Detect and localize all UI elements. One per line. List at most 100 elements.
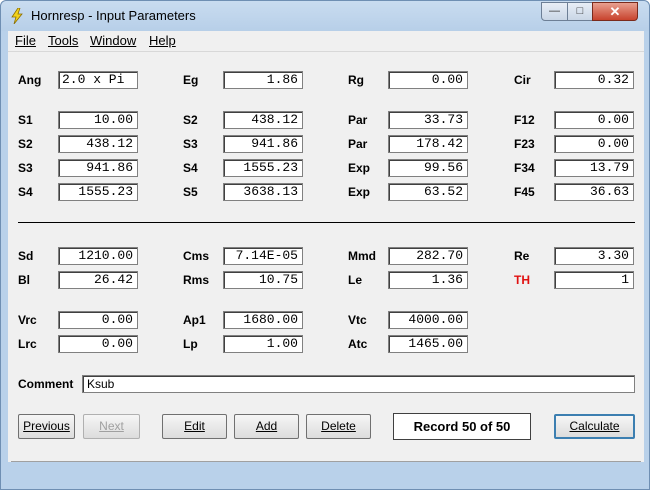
menu-help-label: Help bbox=[149, 33, 176, 48]
label-s4-seg3: S4 bbox=[183, 161, 198, 175]
record-counter: Record 50 of 50 bbox=[393, 413, 531, 440]
field-s1[interactable]: 10.00 bbox=[58, 111, 138, 129]
edit-button[interactable]: Edit bbox=[162, 414, 227, 439]
label-exp-1: Exp bbox=[348, 161, 371, 175]
label-s3-seg2: S3 bbox=[183, 137, 198, 151]
label-comment: Comment bbox=[18, 377, 74, 391]
field-vrc[interactable]: 0.00 bbox=[58, 311, 138, 329]
edit-button-label: Edit bbox=[184, 419, 205, 433]
field-le[interactable]: 1.36 bbox=[388, 271, 468, 289]
label-s5: S5 bbox=[183, 185, 198, 199]
label-cir: Cir bbox=[514, 73, 531, 87]
label-par-1: Par bbox=[348, 113, 368, 127]
menu-help[interactable]: Help bbox=[149, 33, 176, 48]
label-vtc: Vtc bbox=[348, 313, 367, 327]
field-eg[interactable]: 1.86 bbox=[223, 71, 303, 89]
field-ap1[interactable]: 1680.00 bbox=[223, 311, 303, 329]
label-le: Le bbox=[348, 273, 363, 287]
add-button-label: Add bbox=[255, 419, 278, 433]
label-rg: Rg bbox=[348, 73, 364, 87]
field-lp[interactable]: 1.00 bbox=[223, 335, 303, 353]
menu-bar: File Tools Window Help bbox=[8, 31, 644, 52]
menu-window[interactable]: Window bbox=[90, 33, 136, 48]
label-cms: Cms bbox=[183, 249, 210, 263]
label-s1: S1 bbox=[18, 113, 33, 127]
field-vtc[interactable]: 4000.00 bbox=[388, 311, 468, 329]
label-bl: Bl bbox=[18, 273, 30, 287]
field-f34[interactable]: 13.79 bbox=[554, 159, 634, 177]
label-ang: Ang bbox=[18, 73, 42, 87]
label-lrc: Lrc bbox=[18, 337, 37, 351]
menu-tools[interactable]: Tools bbox=[48, 33, 78, 48]
field-rms[interactable]: 10.75 bbox=[223, 271, 303, 289]
lightning-app-icon bbox=[11, 8, 23, 24]
main-window: Hornresp - Input Parameters — □ ✕ File T… bbox=[0, 0, 650, 490]
label-par-2: Par bbox=[348, 137, 368, 151]
delete-button[interactable]: Delete bbox=[306, 414, 371, 439]
field-s5[interactable]: 3638.13 bbox=[223, 183, 303, 201]
label-s3: S3 bbox=[18, 161, 33, 175]
calculate-button[interactable]: Calculate bbox=[554, 414, 635, 439]
previous-button-label: Previous bbox=[23, 419, 70, 433]
input-panel: Ang 2.0 x Pi Eg 1.86 Rg 0.00 Cir 0.32 S1… bbox=[8, 52, 644, 480]
label-s2: S2 bbox=[18, 137, 33, 151]
menu-file[interactable]: File bbox=[15, 33, 36, 48]
field-lrc[interactable]: 0.00 bbox=[58, 335, 138, 353]
minimize-button[interactable]: — bbox=[541, 2, 568, 21]
previous-button[interactable]: Previous bbox=[18, 414, 75, 439]
field-cir[interactable]: 0.32 bbox=[554, 71, 634, 89]
label-re: Re bbox=[514, 249, 530, 263]
field-bl[interactable]: 26.42 bbox=[58, 271, 138, 289]
field-s3[interactable]: 941.86 bbox=[58, 159, 138, 177]
menu-tools-label: Tools bbox=[48, 33, 79, 48]
field-ang[interactable]: 2.0 x Pi bbox=[58, 71, 138, 89]
label-eg: Eg bbox=[183, 73, 199, 87]
field-exp-2[interactable]: 63.52 bbox=[388, 183, 468, 201]
field-s4-seg3[interactable]: 1555.23 bbox=[223, 159, 303, 177]
field-par-1[interactable]: 33.73 bbox=[388, 111, 468, 129]
field-s2[interactable]: 438.12 bbox=[58, 135, 138, 153]
field-atc[interactable]: 1465.00 bbox=[388, 335, 468, 353]
add-button[interactable]: Add bbox=[234, 414, 299, 439]
field-cms[interactable]: 7.14E-05 bbox=[223, 247, 303, 265]
field-exp-1[interactable]: 99.56 bbox=[388, 159, 468, 177]
label-vrc: Vrc bbox=[18, 313, 37, 327]
field-th[interactable]: 1 bbox=[554, 271, 634, 289]
field-f23[interactable]: 0.00 bbox=[554, 135, 634, 153]
delete-button-label: Delete bbox=[321, 419, 356, 433]
field-re[interactable]: 3.30 bbox=[554, 247, 634, 265]
field-s2-seg1[interactable]: 438.12 bbox=[223, 111, 303, 129]
section-divider bbox=[18, 222, 635, 223]
maximize-button[interactable]: □ bbox=[567, 2, 593, 21]
label-exp-2: Exp bbox=[348, 185, 371, 199]
label-s4: S4 bbox=[18, 185, 33, 199]
menu-file-label: File bbox=[15, 33, 36, 48]
window-title: Hornresp - Input Parameters bbox=[31, 8, 196, 23]
label-f12: F12 bbox=[514, 113, 535, 127]
label-s2-seg1: S2 bbox=[183, 113, 198, 127]
field-mmd[interactable]: 282.70 bbox=[388, 247, 468, 265]
calculate-button-label: Calculate bbox=[569, 419, 620, 433]
next-button-label: Next bbox=[99, 419, 124, 433]
label-ap1: Ap1 bbox=[183, 313, 206, 327]
field-f12[interactable]: 0.00 bbox=[554, 111, 634, 129]
label-rms: Rms bbox=[183, 273, 210, 287]
label-th[interactable]: TH bbox=[514, 273, 530, 287]
label-lp: Lp bbox=[183, 337, 198, 351]
next-button[interactable]: Next bbox=[83, 414, 140, 439]
field-s4[interactable]: 1555.23 bbox=[58, 183, 138, 201]
field-sd[interactable]: 1210.00 bbox=[58, 247, 138, 265]
title-bar[interactable]: Hornresp - Input Parameters — □ ✕ bbox=[1, 1, 649, 31]
label-f34: F34 bbox=[514, 161, 535, 175]
window-bottom-frame bbox=[1, 462, 649, 489]
field-rg[interactable]: 0.00 bbox=[388, 71, 468, 89]
field-s3-seg2[interactable]: 941.86 bbox=[223, 135, 303, 153]
menu-window-label: Window bbox=[90, 33, 137, 48]
comment-field[interactable]: Ksub bbox=[82, 375, 635, 393]
label-atc: Atc bbox=[348, 337, 368, 351]
label-sd: Sd bbox=[18, 249, 34, 263]
close-button[interactable]: ✕ bbox=[592, 2, 638, 21]
field-f45[interactable]: 36.63 bbox=[554, 183, 634, 201]
field-par-2[interactable]: 178.42 bbox=[388, 135, 468, 153]
label-mmd: Mmd bbox=[348, 249, 376, 263]
